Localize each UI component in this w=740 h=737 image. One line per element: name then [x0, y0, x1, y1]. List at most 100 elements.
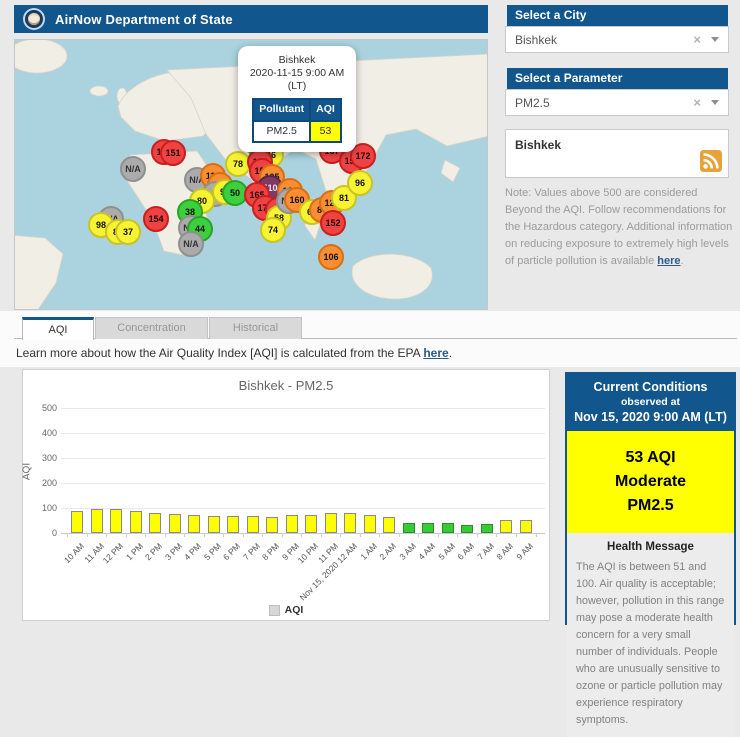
chart-gridline: [61, 533, 545, 534]
tab-historical[interactable]: Historical: [209, 317, 302, 339]
aqi-bar: [246, 516, 259, 533]
popup-timezone: (LT): [287, 80, 307, 93]
x-axis-tick: [379, 533, 380, 537]
airnow-page: AirNow Department of State 175151N/AN/A1…: [0, 0, 740, 737]
x-axis-tick: [203, 533, 205, 537]
parameter-dropdown-arrow-icon[interactable]: [711, 100, 719, 105]
aqi-map-marker[interactable]: 154: [143, 206, 169, 232]
aqi-bar: [305, 515, 317, 533]
popup-pollutant-value: PM2.5: [252, 119, 312, 143]
aqi-bar: [324, 513, 337, 533]
app-header: AirNow Department of State: [14, 5, 488, 33]
learn-more-suffix: .: [448, 346, 453, 360]
y-axis-tick-label: 300: [41, 453, 57, 463]
note-suffix: .: [680, 255, 684, 268]
aqi-bar: [461, 525, 473, 533]
chart-legend[interactable]: AQI: [23, 604, 549, 616]
cc-aqi-pollutant: PM2.5: [627, 497, 674, 514]
popup-aqi-value: 53: [309, 119, 342, 143]
aqi-bar: [110, 509, 122, 533]
cc-datetime: Nov 15, 2020 9:00 AM (LT): [574, 410, 727, 424]
parameter-select-value: PM2.5: [515, 95, 550, 110]
popup-city: Bishkek: [278, 54, 316, 66]
legend-swatch-icon: [268, 604, 280, 616]
aqi-bar-chart: Bishkek - PM2.5 AQI 0 100 200 300 400 500 10 A…: [22, 369, 550, 621]
feed-city-label: Bishkek: [515, 138, 562, 152]
aqi-bar: [71, 511, 83, 533]
aqi-bar: [207, 516, 220, 533]
select-city-header: Select a City: [507, 5, 728, 26]
aqi-map-marker[interactable]: 74: [260, 217, 286, 243]
aqi-bar: [480, 524, 493, 533]
tab-aqi[interactable]: AQI: [22, 317, 94, 340]
popup-table: Pollutant AQI PM2.5 53: [252, 98, 342, 143]
x-axis-tick: [106, 533, 107, 537]
aqi-bar: [168, 514, 181, 533]
popup-datetime: 2020-11-15 9:00 AM: [249, 67, 345, 80]
aqi-note: Note: Values above 500 are considered Be…: [505, 185, 735, 270]
cc-aqi-category: Moderate: [614, 473, 687, 490]
cc-title: Current Conditions: [593, 380, 708, 394]
aqi-map-marker[interactable]: N/A: [178, 231, 204, 257]
cc-aqi-value: 53 AQI: [625, 449, 676, 466]
cc-health-section: Health Message The AQI is between 51 and…: [567, 533, 734, 737]
cc-observed-at: observed at: [621, 396, 680, 408]
learn-more-prefix: Learn more about how the Air Quality Ind…: [16, 346, 424, 360]
tab-concentration[interactable]: Concentration: [95, 317, 208, 339]
rss-icon[interactable]: [700, 150, 722, 172]
aqi-bar: [227, 516, 239, 533]
aqi-map-marker[interactable]: N/A: [120, 156, 146, 182]
popup-col-pollutant: Pollutant: [252, 98, 312, 122]
state-department-seal-icon: [23, 8, 45, 30]
note-text: Note: Values above 500 are considered Be…: [505, 187, 733, 268]
x-axis-tick: [457, 533, 458, 537]
cc-health-text: The AQI is between 51 and 100. Air quali…: [576, 561, 725, 727]
city-select-value: Bishkek: [515, 32, 558, 47]
x-axis-tick: [184, 533, 185, 537]
x-axis-tick: [320, 533, 322, 537]
aqi-bar: [285, 515, 298, 533]
chart-gridline: [61, 408, 545, 409]
aqi-bar: [363, 515, 376, 533]
parameter-clear-icon[interactable]: ×: [693, 96, 701, 109]
aqi-map-marker[interactable]: 37: [115, 219, 141, 245]
city-dropdown-arrow-icon[interactable]: [711, 37, 719, 42]
x-axis-tick: [242, 533, 244, 537]
cc-aqi-block: 53 AQI Moderate PM2.5: [567, 431, 734, 533]
aqi-bar: [90, 509, 103, 533]
parameter-select[interactable]: PM2.5 ×: [505, 89, 729, 116]
x-axis-tick: [164, 533, 166, 537]
x-axis-tick: [125, 533, 127, 537]
legend-label: AQI: [284, 604, 304, 616]
aqi-bar: [129, 511, 142, 533]
aqi-map-marker[interactable]: 106: [318, 244, 344, 270]
aqi-bar: [266, 517, 278, 533]
x-axis-tick: [398, 533, 400, 537]
chart-y-axis-label: AQI: [21, 462, 33, 481]
x-axis-tick: [86, 533, 88, 537]
learn-more-here-link[interactable]: here: [423, 346, 448, 360]
aqi-bar: [383, 517, 395, 533]
popup-col-aqi: AQI: [309, 98, 342, 122]
y-axis-tick-label: 0: [51, 528, 57, 538]
aqi-bar: [402, 523, 415, 533]
y-axis-tick-label: 200: [41, 478, 57, 488]
aqi-map-marker[interactable]: 152: [320, 210, 346, 236]
aqi-map-marker[interactable]: 96: [347, 170, 373, 196]
city-select[interactable]: Bishkek ×: [505, 26, 729, 53]
select-parameter-header: Select a Parameter: [507, 68, 728, 89]
current-conditions-panel: Current Conditions observed at Nov 15, 2…: [565, 372, 736, 737]
x-axis-tick: [535, 533, 537, 537]
world-aqi-map[interactable]: 175151N/AN/A118130N/A9250807838154N/A988…: [14, 39, 488, 310]
aqi-map-marker[interactable]: 151: [160, 140, 186, 166]
x-axis-tick: [340, 533, 341, 537]
city-clear-icon[interactable]: ×: [693, 33, 701, 46]
x-axis-tick: [496, 533, 497, 537]
y-axis-tick-label: 500: [41, 403, 57, 413]
current-conditions-header: Current Conditions observed at Nov 15, 2…: [567, 374, 734, 431]
chart-gridline: [61, 508, 545, 509]
x-axis-tick: [359, 533, 361, 537]
x-axis-tick: [67, 533, 68, 537]
note-here-link[interactable]: here: [657, 255, 680, 267]
x-axis-tick: [437, 533, 439, 537]
